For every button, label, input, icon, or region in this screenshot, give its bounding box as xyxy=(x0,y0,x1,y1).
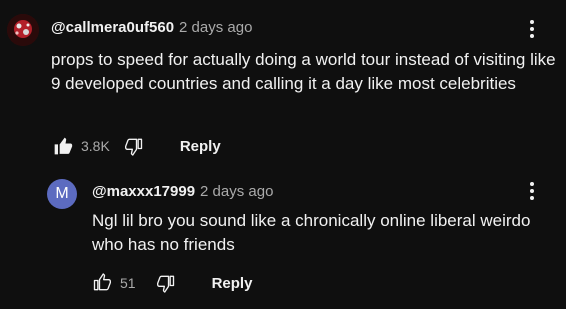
timestamp[interactable]: 2 days ago xyxy=(179,19,252,36)
comment-top-level: @callmera0uf560 2 days ago props to speed… xyxy=(0,0,566,170)
thumbs-down-icon xyxy=(156,275,174,293)
like-button[interactable] xyxy=(51,134,75,158)
reply-button[interactable]: Reply xyxy=(212,275,253,292)
comment-text: Ngl lil bro you sound like a chronically… xyxy=(92,211,531,254)
like-count: 3.8K xyxy=(81,138,110,154)
thumbs-up-filled-icon xyxy=(54,137,73,155)
avatar[interactable]: M xyxy=(47,179,77,209)
dot-icon xyxy=(530,182,534,186)
comment-actions: 3.8K Reply xyxy=(51,134,221,158)
more-options-button[interactable] xyxy=(522,179,542,203)
dislike-button[interactable] xyxy=(122,134,146,158)
dot-icon xyxy=(530,34,534,38)
comment-text: props to speed for actually doing a worl… xyxy=(51,50,556,93)
comment-header: @callmera0uf560 2 days ago xyxy=(51,19,252,36)
avatar[interactable] xyxy=(7,14,39,46)
like-count: 51 xyxy=(120,275,136,291)
comment-actions: 51 Reply xyxy=(90,271,252,295)
author-handle[interactable]: @callmera0uf560 xyxy=(51,19,174,36)
dot-icon xyxy=(530,196,534,200)
dot-icon xyxy=(530,189,534,193)
timestamp[interactable]: 2 days ago xyxy=(200,183,273,200)
dot-icon xyxy=(530,20,534,24)
more-options-button[interactable] xyxy=(522,17,542,41)
author-handle[interactable]: @maxxx17999 xyxy=(92,183,195,200)
profile-photo-icon xyxy=(7,14,39,46)
dislike-button[interactable] xyxy=(154,271,178,295)
thumbs-down-icon xyxy=(124,138,142,156)
comment-header: @maxxx17999 2 days ago xyxy=(92,183,273,200)
dot-icon xyxy=(530,27,534,31)
avatar-letter: M xyxy=(55,185,69,202)
reply-button[interactable]: Reply xyxy=(180,138,221,155)
thumbs-up-icon xyxy=(93,273,112,291)
like-button[interactable] xyxy=(90,271,114,295)
